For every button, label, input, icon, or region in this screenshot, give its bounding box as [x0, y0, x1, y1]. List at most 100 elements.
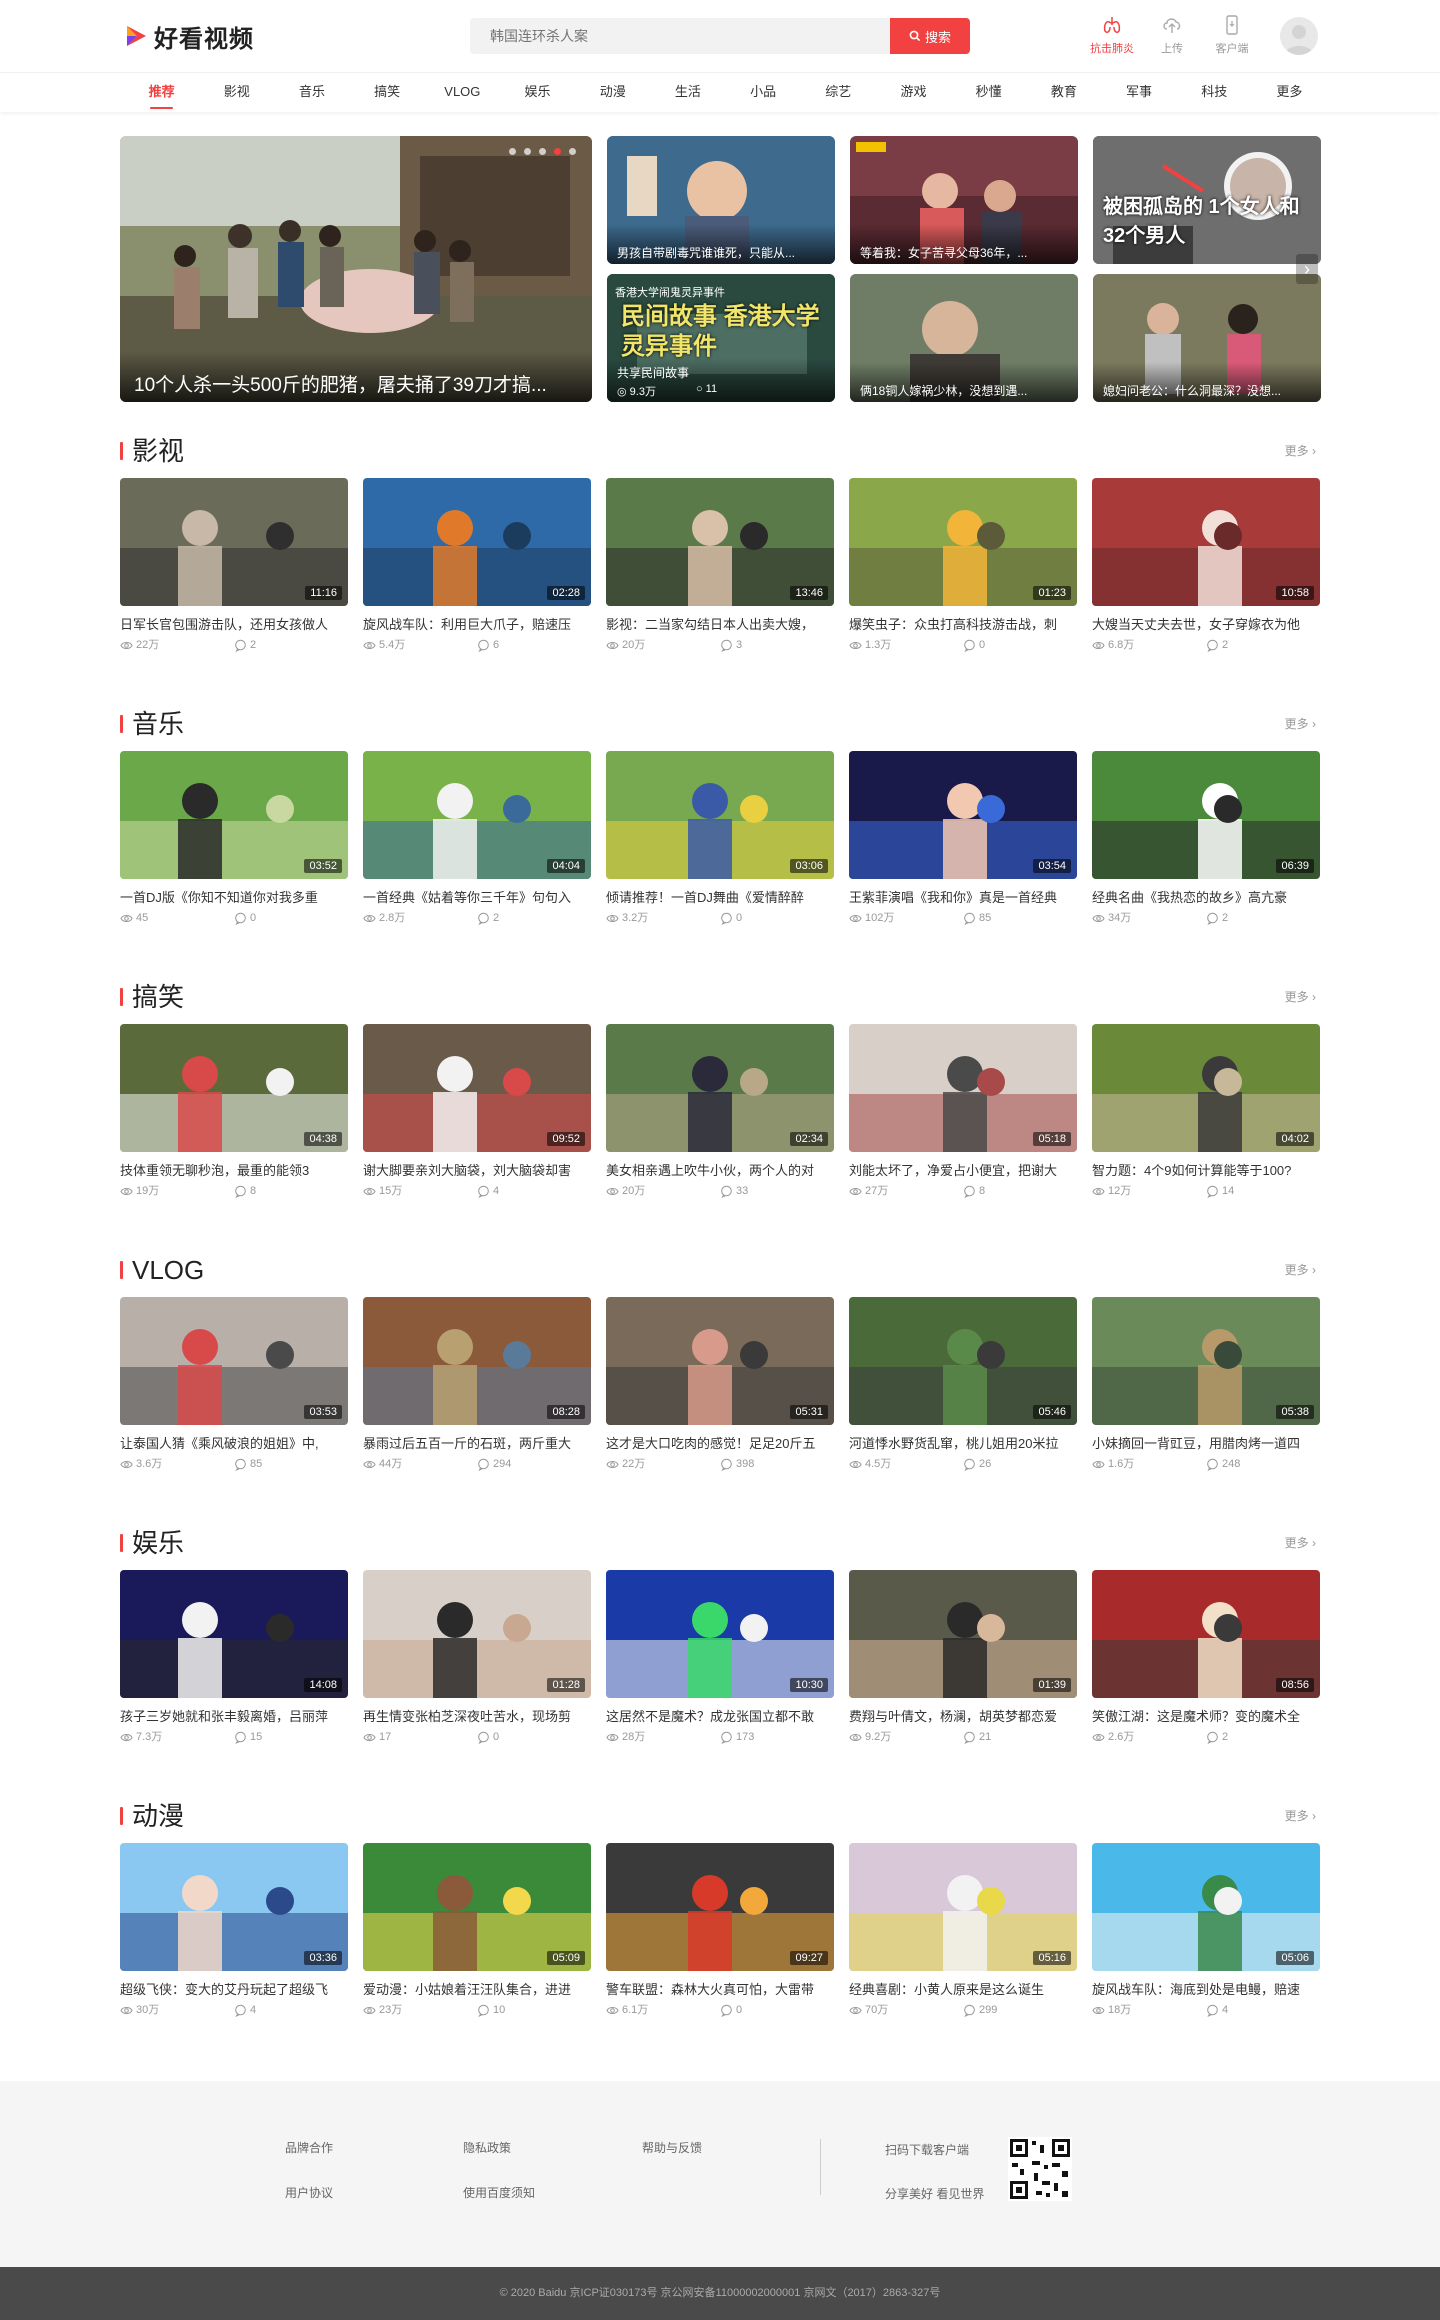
video-card[interactable]: 01:39 费翔与叶倩文，杨澜，胡英梦都恋爱 9.2万 21 [849, 1570, 1077, 1745]
footer-link-agreement[interactable]: 用户协议 [285, 2184, 333, 2201]
video-title[interactable]: 谢大脚要亲刘大脑袋，刘大脑袋却害 [363, 1162, 591, 1180]
section-more-link[interactable]: 更多 › [1285, 988, 1316, 1005]
footer-link-baidu-notice[interactable]: 使用百度须知 [463, 2184, 535, 2201]
logo[interactable]: 好看视频 [124, 18, 254, 54]
video-thumbnail[interactable]: 02:28 [363, 478, 591, 606]
video-thumbnail[interactable]: 04:38 [120, 1024, 348, 1152]
video-card[interactable]: 05:38 小妹摘回一背豇豆，用腊肉烤一道四 1.6万 248 [1092, 1297, 1320, 1472]
nav-item[interactable]: 教育 [1026, 73, 1101, 113]
video-thumbnail[interactable]: 05:31 [606, 1297, 834, 1425]
video-card[interactable]: 09:52 谢大脚要亲刘大脑袋，刘大脑袋却害 15万 4 [363, 1024, 591, 1199]
nav-item[interactable]: 动漫 [575, 73, 650, 113]
client-link[interactable]: 客户端 [1202, 14, 1262, 56]
banner-tile[interactable]: 俩18铜人嫁祸少林，没想到遇... [850, 274, 1078, 402]
video-card[interactable]: 05:31 这才是大口吃肉的感觉！足足20斤五 22万 398 [606, 1297, 834, 1472]
video-thumbnail[interactable]: 08:28 [363, 1297, 591, 1425]
video-title[interactable]: 智力题：4个9如何计算能等于100? [1092, 1162, 1320, 1180]
video-title[interactable]: 刘能太坏了，净爱占小便宜，把谢大 [849, 1162, 1077, 1180]
nav-item[interactable]: 更多 [1252, 73, 1327, 113]
video-title[interactable]: 河道悸水野货乱窜，桃儿姐用20米拉 [849, 1435, 1077, 1453]
footer-link-brand[interactable]: 品牌合作 [285, 2139, 333, 2156]
video-title[interactable]: 爱动漫：小姑娘着汪汪队集合，进进 [363, 1981, 591, 1999]
video-thumbnail[interactable]: 03:52 [120, 751, 348, 879]
upload-link[interactable]: 上传 [1142, 14, 1202, 56]
video-card[interactable]: 04:04 一首经典《姑着等你三千年》句句入 2.8万 2 [363, 751, 591, 926]
video-thumbnail[interactable]: 08:56 [1092, 1570, 1320, 1698]
video-thumbnail[interactable]: 05:06 [1092, 1843, 1320, 1971]
video-card[interactable]: 01:28 再生情变张柏芝深夜吐苦水，现场剪 17 0 [363, 1570, 591, 1745]
video-title[interactable]: 再生情变张柏芝深夜吐苦水，现场剪 [363, 1708, 591, 1726]
video-thumbnail[interactable]: 03:53 [120, 1297, 348, 1425]
nav-item[interactable]: VLOG [425, 73, 500, 113]
video-card[interactable]: 03:52 一首DJ版《你知不知道你对我多重 45 0 [120, 751, 348, 926]
banner-tile[interactable]: 媳妇问老公：什么洞最深？没想... [1093, 274, 1321, 402]
nav-item[interactable]: 推荐 [124, 73, 199, 113]
video-title[interactable]: 经典名曲《我热恋的故乡》高亢豪 [1092, 889, 1320, 907]
video-title[interactable]: 旋风战车队：利用巨大爪子，赔速压 [363, 616, 591, 634]
avatar[interactable] [1280, 17, 1318, 55]
nav-item[interactable]: 音乐 [274, 73, 349, 113]
nav-item[interactable]: 生活 [650, 73, 725, 113]
video-thumbnail[interactable]: 09:27 [606, 1843, 834, 1971]
section-more-link[interactable]: 更多 › [1285, 715, 1316, 732]
video-card[interactable]: 05:09 爱动漫：小姑娘着汪汪队集合，进进 23万 10 [363, 1843, 591, 2018]
video-title[interactable]: 小妹摘回一背豇豆，用腊肉烤一道四 [1092, 1435, 1320, 1453]
nav-item[interactable]: 游戏 [876, 73, 951, 113]
video-title[interactable]: 技体重领无聊秒泡，最重的能领3 [120, 1162, 348, 1180]
footer-link-help[interactable]: 帮助与反馈 [642, 2139, 702, 2156]
video-card[interactable]: 03:06 倾请推荐！一首DJ舞曲《爱情醉醉 3.2万 0 [606, 751, 834, 926]
video-title[interactable]: 这居然不是魔术？成龙张国立都不敢 [606, 1708, 834, 1726]
video-title[interactable]: 经典喜剧：小黄人原来是这么诞生 [849, 1981, 1077, 1999]
banner-tile[interactable]: 男孩自带剧毒咒谁谁死，只能从... [607, 136, 835, 264]
video-thumbnail[interactable]: 09:52 [363, 1024, 591, 1152]
nav-item[interactable]: 搞笑 [350, 73, 425, 113]
video-card[interactable]: 11:16 日军长官包围游击队，还用女孩做人 22万 2 [120, 478, 348, 653]
video-card[interactable]: 03:53 让泰国人猜《乘风破浪的姐姐》中, 3.6万 85 [120, 1297, 348, 1472]
fight-pneumonia-link[interactable]: 抗击肺炎 [1082, 14, 1142, 56]
video-title[interactable]: 这才是大口吃肉的感觉！足足20斤五 [606, 1435, 834, 1453]
banner-next-arrow[interactable]: › [1296, 254, 1318, 284]
carousel-dot[interactable] [524, 148, 531, 155]
banner-tile[interactable]: 等着我：女子苦寻父母36年，... [850, 136, 1078, 264]
video-card[interactable]: 02:28 旋风战车队：利用巨大爪子，赔速压 5.4万 6 [363, 478, 591, 653]
search-input[interactable] [470, 18, 890, 54]
video-thumbnail[interactable]: 05:09 [363, 1843, 591, 1971]
video-title[interactable]: 笑傲江湖：这是魔术师？变的魔术全 [1092, 1708, 1320, 1726]
video-thumbnail[interactable]: 10:30 [606, 1570, 834, 1698]
video-thumbnail[interactable]: 05:16 [849, 1843, 1077, 1971]
video-thumbnail[interactable]: 14:08 [120, 1570, 348, 1698]
video-title[interactable]: 影视：二当家勾结日本人出卖大嫂， [606, 616, 834, 634]
video-thumbnail[interactable]: 01:39 [849, 1570, 1077, 1698]
video-title[interactable]: 一首DJ版《你知不知道你对我多重 [120, 889, 348, 907]
carousel-dot[interactable] [509, 148, 516, 155]
nav-item[interactable]: 娱乐 [500, 73, 575, 113]
video-title[interactable]: 一首经典《姑着等你三千年》句句入 [363, 889, 591, 907]
banner-tile[interactable]: 香港大学闹鬼灵异事件 民间故事 香港大学 灵异事件 共享民间故事 ◎ 9.3万 … [607, 274, 835, 402]
video-title[interactable]: 日军长官包围游击队，还用女孩做人 [120, 616, 348, 634]
carousel-dot[interactable] [569, 148, 576, 155]
video-card[interactable]: 05:06 旋风战车队：海底到处是电鳗，赔速 18万 4 [1092, 1843, 1320, 2018]
nav-item[interactable]: 秒懂 [951, 73, 1026, 113]
video-thumbnail[interactable]: 05:18 [849, 1024, 1077, 1152]
banner-main[interactable]: 10个人杀一头500斤的肥猪，屠夫捅了39刀才搞... [120, 136, 592, 402]
video-thumbnail[interactable]: 06:39 [1092, 751, 1320, 879]
video-card[interactable]: 06:39 经典名曲《我热恋的故乡》高亢豪 34万 2 [1092, 751, 1320, 926]
video-thumbnail[interactable]: 02:34 [606, 1024, 834, 1152]
nav-item[interactable]: 影视 [199, 73, 274, 113]
video-title[interactable]: 暴雨过后五百一斤的石斑，两斤重大 [363, 1435, 591, 1453]
video-card[interactable]: 03:54 王紫菲演唱《我和你》真是一首经典 102万 85 [849, 751, 1077, 926]
carousel-dot[interactable] [539, 148, 546, 155]
video-card[interactable]: 03:36 超级飞侠：变大的艾丹玩起了超级飞 30万 4 [120, 1843, 348, 2018]
video-thumbnail[interactable]: 03:06 [606, 751, 834, 879]
video-title[interactable]: 美女相亲遇上吹牛小伙，两个人的对 [606, 1162, 834, 1180]
nav-item[interactable]: 军事 [1101, 73, 1176, 113]
video-title[interactable]: 超级飞侠：变大的艾丹玩起了超级飞 [120, 1981, 348, 1999]
video-thumbnail[interactable]: 05:46 [849, 1297, 1077, 1425]
video-title[interactable]: 王紫菲演唱《我和你》真是一首经典 [849, 889, 1077, 907]
video-card[interactable]: 05:16 经典喜剧：小黄人原来是这么诞生 70万 299 [849, 1843, 1077, 2018]
video-thumbnail[interactable]: 03:36 [120, 1843, 348, 1971]
video-thumbnail[interactable]: 03:54 [849, 751, 1077, 879]
section-more-link[interactable]: 更多 › [1285, 1261, 1316, 1278]
video-thumbnail[interactable]: 01:23 [849, 478, 1077, 606]
search-button[interactable]: 搜索 [890, 18, 970, 54]
